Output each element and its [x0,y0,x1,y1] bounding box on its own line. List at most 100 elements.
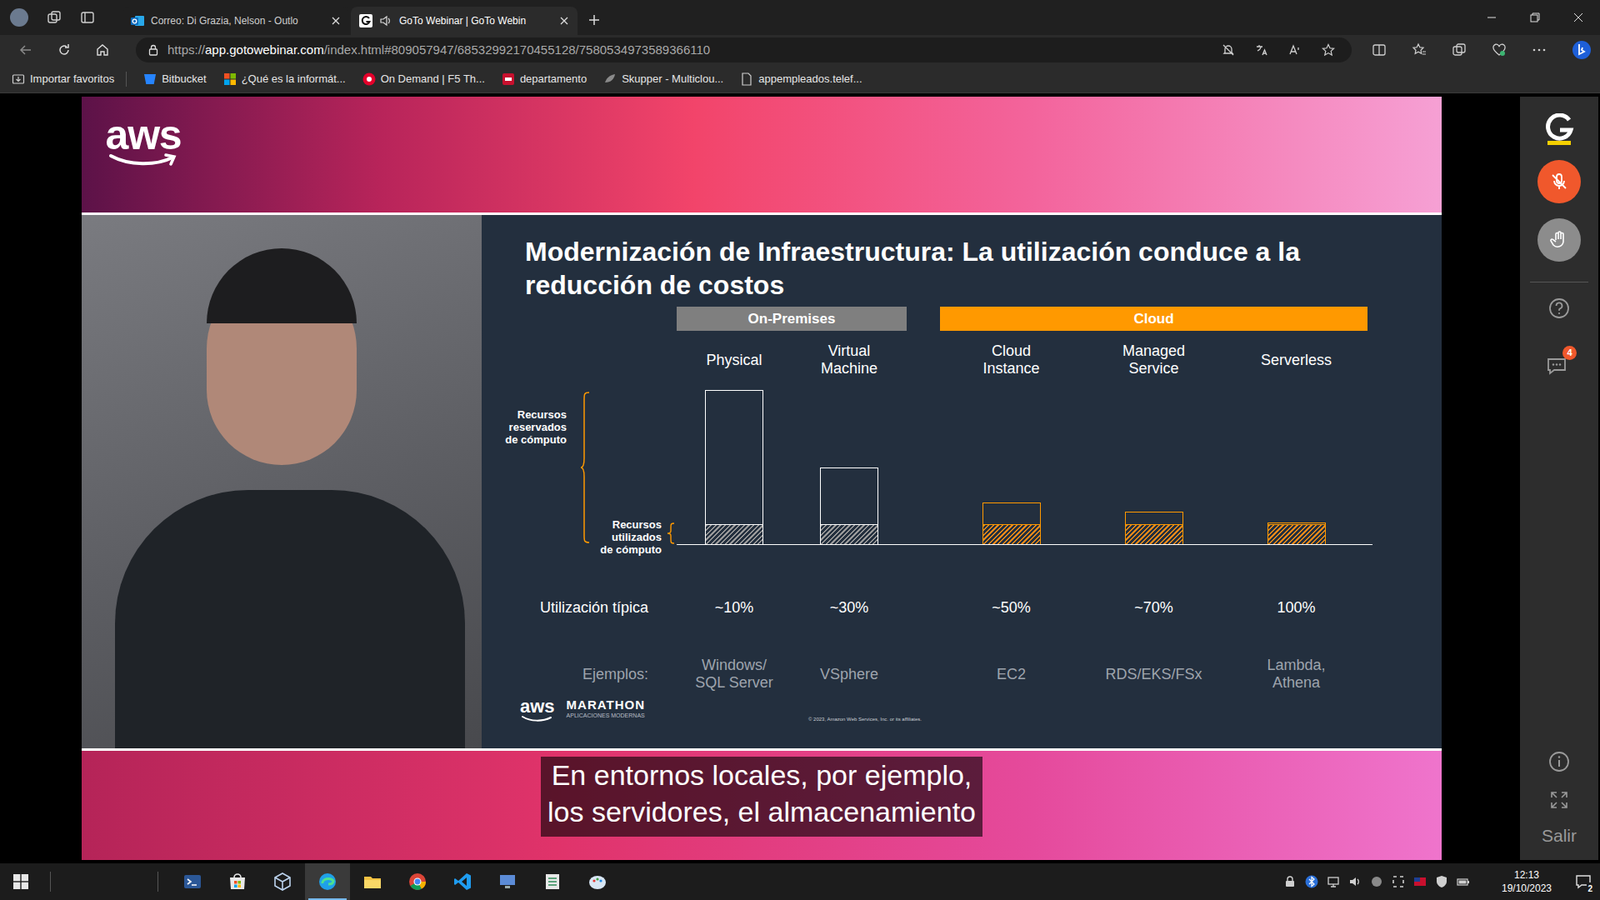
tab-close-icon[interactable] [559,15,570,26]
column-cell [1225,386,1368,545]
exit-button[interactable]: Salir [1541,822,1577,850]
volume-icon[interactable] [1348,875,1362,889]
taskbar-app[interactable] [305,863,350,900]
favorites-icon[interactable] [1411,42,1427,58]
microphone-button[interactable] [1537,160,1581,204]
column-name: Managed Service [1122,342,1185,378]
goto-logo-icon [1544,113,1575,145]
taskbar-app[interactable] [170,863,215,900]
tray-focus-icon[interactable] [1391,875,1405,889]
f5-icon [362,72,376,86]
more-icon[interactable] [1531,42,1547,58]
speaker-icon[interactable] [379,14,393,28]
bitbucket-icon [143,72,157,86]
restore-button[interactable] [1513,0,1557,35]
bottom-banner: En entornos locales, por ejemplo, los se… [81,750,1442,860]
taskbar-app[interactable] [440,863,485,900]
bookmark[interactable]: appempleados.telef... [740,70,862,88]
group-headers: On-PremisesCloud [676,306,1368,331]
utilization-value: 100% [1276,596,1315,620]
example-value: VSphere [820,665,879,684]
marathon-brand: MARATHONAPLICACIONES MODERNAS [566,698,645,720]
address-field[interactable]: https://app.gotowebinar.com/index.html#8… [135,37,1352,63]
taskbar-app[interactable] [215,863,260,900]
browser-tab[interactable]: Correo: Di Grazia, Nelson - Outlo [122,6,350,35]
capacity-bar [982,502,1041,545]
start-button[interactable] [0,863,42,900]
bookmark[interactable]: Bitbucket [143,70,206,88]
utilized-fill [983,524,1040,545]
taskbar-app[interactable] [485,863,530,900]
tray-app-icon[interactable] [1370,875,1384,889]
info-icon[interactable] [1548,750,1570,773]
remote-icon [497,871,518,892]
utilized-fill [705,524,763,545]
utilization-value: ~50% [991,596,1031,620]
bookmark[interactable]: departamento [501,70,587,88]
collections-icon[interactable] [1451,42,1467,58]
favorite-star-icon[interactable] [1321,43,1335,57]
used-brace-icon [666,522,675,545]
workspaces-icon[interactable] [46,10,62,25]
capacity-bar [705,390,764,545]
column-group: ~50% ~70% 100% [940,596,1368,619]
sheet-icon [542,871,563,892]
minimize-button[interactable] [1470,0,1514,35]
browser-essentials-icon[interactable] [1491,42,1507,58]
profile-icon[interactable] [10,8,29,27]
bluetooth-icon[interactable] [1305,875,1319,889]
new-tab-icon[interactable] [587,13,601,27]
help-icon[interactable] [1548,297,1570,320]
column-cell [676,386,792,545]
tab-actions-icon[interactable] [80,10,95,25]
explorer-icon [362,871,383,892]
split-screen-icon[interactable] [1371,42,1387,58]
taskbar: 12:13 19/10/2023 2 [0,863,1600,900]
close-button[interactable] [1556,0,1600,35]
chat-button[interactable]: 4 [1545,352,1574,378]
translate-icon[interactable] [1255,43,1269,57]
battery-icon[interactable] [1456,875,1470,889]
column-cell: VSphere [791,656,907,692]
taskbar-app[interactable] [575,863,620,900]
column-cell: ~50% [940,596,1083,619]
copilot-icon[interactable] [1571,40,1592,60]
browser-tab[interactable]: GoTo Webinar | GoTo Webin [350,6,578,35]
fullscreen-icon[interactable] [1550,790,1569,810]
notifications-off-icon[interactable] [1221,43,1235,57]
tab-close-icon[interactable] [330,15,341,26]
taskbar-app[interactable] [530,863,575,900]
bookmark[interactable]: ¿Qué es la informát... [223,70,346,88]
bookmark-label: ¿Qué es la informát... [241,70,346,88]
column-cell: ~70% [1082,596,1225,619]
column-cell: ~30% [791,596,907,619]
notification-count: 2 [1586,882,1594,895]
bookmark[interactable]: Importar favoritos [11,70,127,88]
defender-icon[interactable] [1435,875,1449,889]
slide-footer: awsMARATHONAPLICACIONES MODERNAS© 2023, … [481,693,1442,722]
windows-logo-icon [13,874,29,890]
bookmark[interactable]: Skupper - Multiclou... [603,70,724,88]
clock[interactable]: 12:13 19/10/2023 [1495,868,1559,895]
taskbar-app[interactable] [260,863,305,900]
notifications-button[interactable]: 2 [1566,863,1600,900]
close-icon [1573,12,1584,23]
bookmark[interactable]: On Demand | F5 Th... [362,70,485,88]
reload-icon[interactable] [56,42,72,58]
taskbar-app[interactable] [395,863,440,900]
column-name: Cloud Instance [982,342,1040,378]
examples-label: Ejemplos: [582,663,649,686]
raise-hand-button[interactable] [1537,218,1581,262]
tray-lock-icon[interactable] [1283,875,1297,889]
pdf-icon [501,72,515,86]
home-icon[interactable] [95,42,110,58]
vscode-icon [452,871,473,892]
tray-flag-icon[interactable] [1413,875,1427,889]
camera-feed [81,215,482,749]
read-aloud-icon[interactable] [1288,43,1302,57]
bookmark-label: On Demand | F5 Th... [380,70,485,88]
taskbar-app[interactable] [350,863,395,900]
network-icon[interactable] [1326,875,1340,889]
group-header-row: On-PremisesCloud [481,306,1442,331]
back-icon[interactable] [18,42,34,58]
